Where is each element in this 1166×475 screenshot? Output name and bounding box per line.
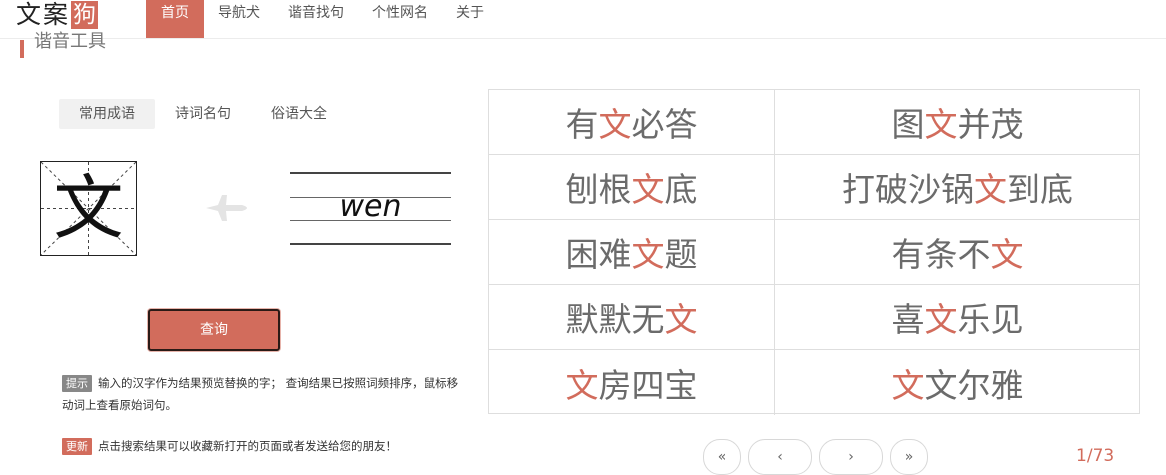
result-post: 并茂 (957, 105, 1024, 144)
result-item[interactable]: 刨根文底 (489, 155, 775, 220)
total-pages: 73 (1092, 446, 1115, 466)
result-pre: 默默无 (565, 300, 665, 339)
tab-idioms[interactable]: 常用成语 (59, 99, 155, 129)
hint-tip: 提示 输入的汉字作为结果预览替换的字； 查询结果已按照词频排序，鼠标移动词上查看原… (62, 372, 462, 416)
update-text: 点击搜索结果可以收藏新打开的页面或者发送给您的朋友！ (98, 439, 397, 453)
result-item[interactable]: 文文尔雅 (775, 350, 1140, 415)
result-highlight: 文 (974, 170, 1007, 209)
pinyin-line-top (290, 172, 451, 174)
section-title: 谐音工具 (34, 31, 106, 51)
nav-item-nicknames[interactable]: 个性网名 (358, 0, 442, 38)
result-highlight: 文 (565, 365, 599, 405)
character-input-box[interactable]: 文 (40, 161, 137, 256)
pinyin-text: wen (339, 189, 402, 224)
update-badge: 更新 (62, 438, 92, 455)
result-post: 题 (664, 235, 698, 274)
category-tabs: 常用成语 诗词名句 俗语大全 (59, 99, 347, 129)
result-item[interactable]: 有条不文 (775, 220, 1140, 285)
result-highlight: 文 (891, 365, 925, 405)
result-highlight: 文 (990, 235, 1024, 274)
result-pre: 有 (565, 105, 599, 144)
hint-badge: 提示 (62, 375, 92, 392)
nav-item-home[interactable]: 首页 (146, 0, 204, 38)
current-page: 1 (1076, 446, 1087, 466)
top-navbar: 文案狗 首页 导航犬 谐音找句 个性网名 关于 (0, 0, 1166, 39)
result-item[interactable]: 文房四宝 (489, 350, 775, 415)
result-post: 房四宝 (598, 365, 698, 405)
update-tip: 更新 点击搜索结果可以收藏新打开的页面或者发送给您的朋友！ (62, 436, 482, 456)
result-post: 到底 (1007, 170, 1073, 209)
plane-arrow-icon (206, 195, 247, 221)
nav-item-about[interactable]: 关于 (442, 0, 498, 38)
tab-poems[interactable]: 诗词名句 (155, 99, 251, 129)
character-glyph: 文 (53, 167, 124, 249)
main-nav: 首页 导航犬 谐音找句 个性网名 关于 (146, 0, 498, 38)
result-pre: 刨根 (565, 170, 632, 209)
site-logo[interactable]: 文案狗 (16, 0, 99, 30)
result-post: 必答 (631, 105, 698, 144)
result-highlight: 文 (631, 170, 665, 209)
result-post: 底 (664, 170, 698, 209)
result-pre: 图 (891, 105, 925, 144)
result-item[interactable]: 图文并茂 (775, 90, 1140, 155)
pinyin-line-bottom (290, 243, 451, 245)
result-highlight: 文 (598, 105, 632, 144)
nav-item-guide-dog[interactable]: 导航犬 (204, 0, 274, 38)
result-highlight: 文 (664, 300, 698, 339)
result-item[interactable]: 默默无文 (489, 285, 775, 350)
section-accent-bar (20, 40, 24, 58)
result-pre: 困难 (565, 235, 632, 274)
result-pre: 喜 (891, 300, 925, 339)
result-post: 乐见 (957, 300, 1024, 339)
query-button[interactable]: 查询 (148, 309, 280, 351)
result-pre: 打破沙锅 (842, 170, 974, 209)
result-pre: 有条不 (891, 235, 991, 274)
result-item[interactable]: 困难文题 (489, 220, 775, 285)
page-counter: 1/73 (1076, 444, 1114, 468)
result-post: 文尔雅 (924, 365, 1024, 405)
logo-text: 文案 (16, 0, 71, 29)
hint-text: 输入的汉字作为结果预览替换的字； 查询结果已按照词频排序，鼠标移动词上查看原始词… (62, 376, 459, 412)
result-item[interactable]: 打破沙锅文到底 (775, 155, 1140, 220)
nav-item-homophone-search[interactable]: 谐音找句 (274, 0, 358, 38)
result-item[interactable]: 喜文乐见 (775, 285, 1140, 350)
tab-proverbs[interactable]: 俗语大全 (251, 99, 347, 129)
results-grid: 有文必答 图文并茂 刨根文底 打破沙锅文到底 困难文题 有条不文 默默无文 喜文… (488, 89, 1140, 415)
result-highlight: 文 (924, 300, 958, 339)
result-highlight: 文 (924, 105, 958, 144)
result-highlight: 文 (631, 235, 665, 274)
result-item[interactable]: 有文必答 (489, 90, 775, 155)
pinyin-display: wen (290, 172, 451, 246)
logo-box-char: 狗 (71, 1, 99, 29)
